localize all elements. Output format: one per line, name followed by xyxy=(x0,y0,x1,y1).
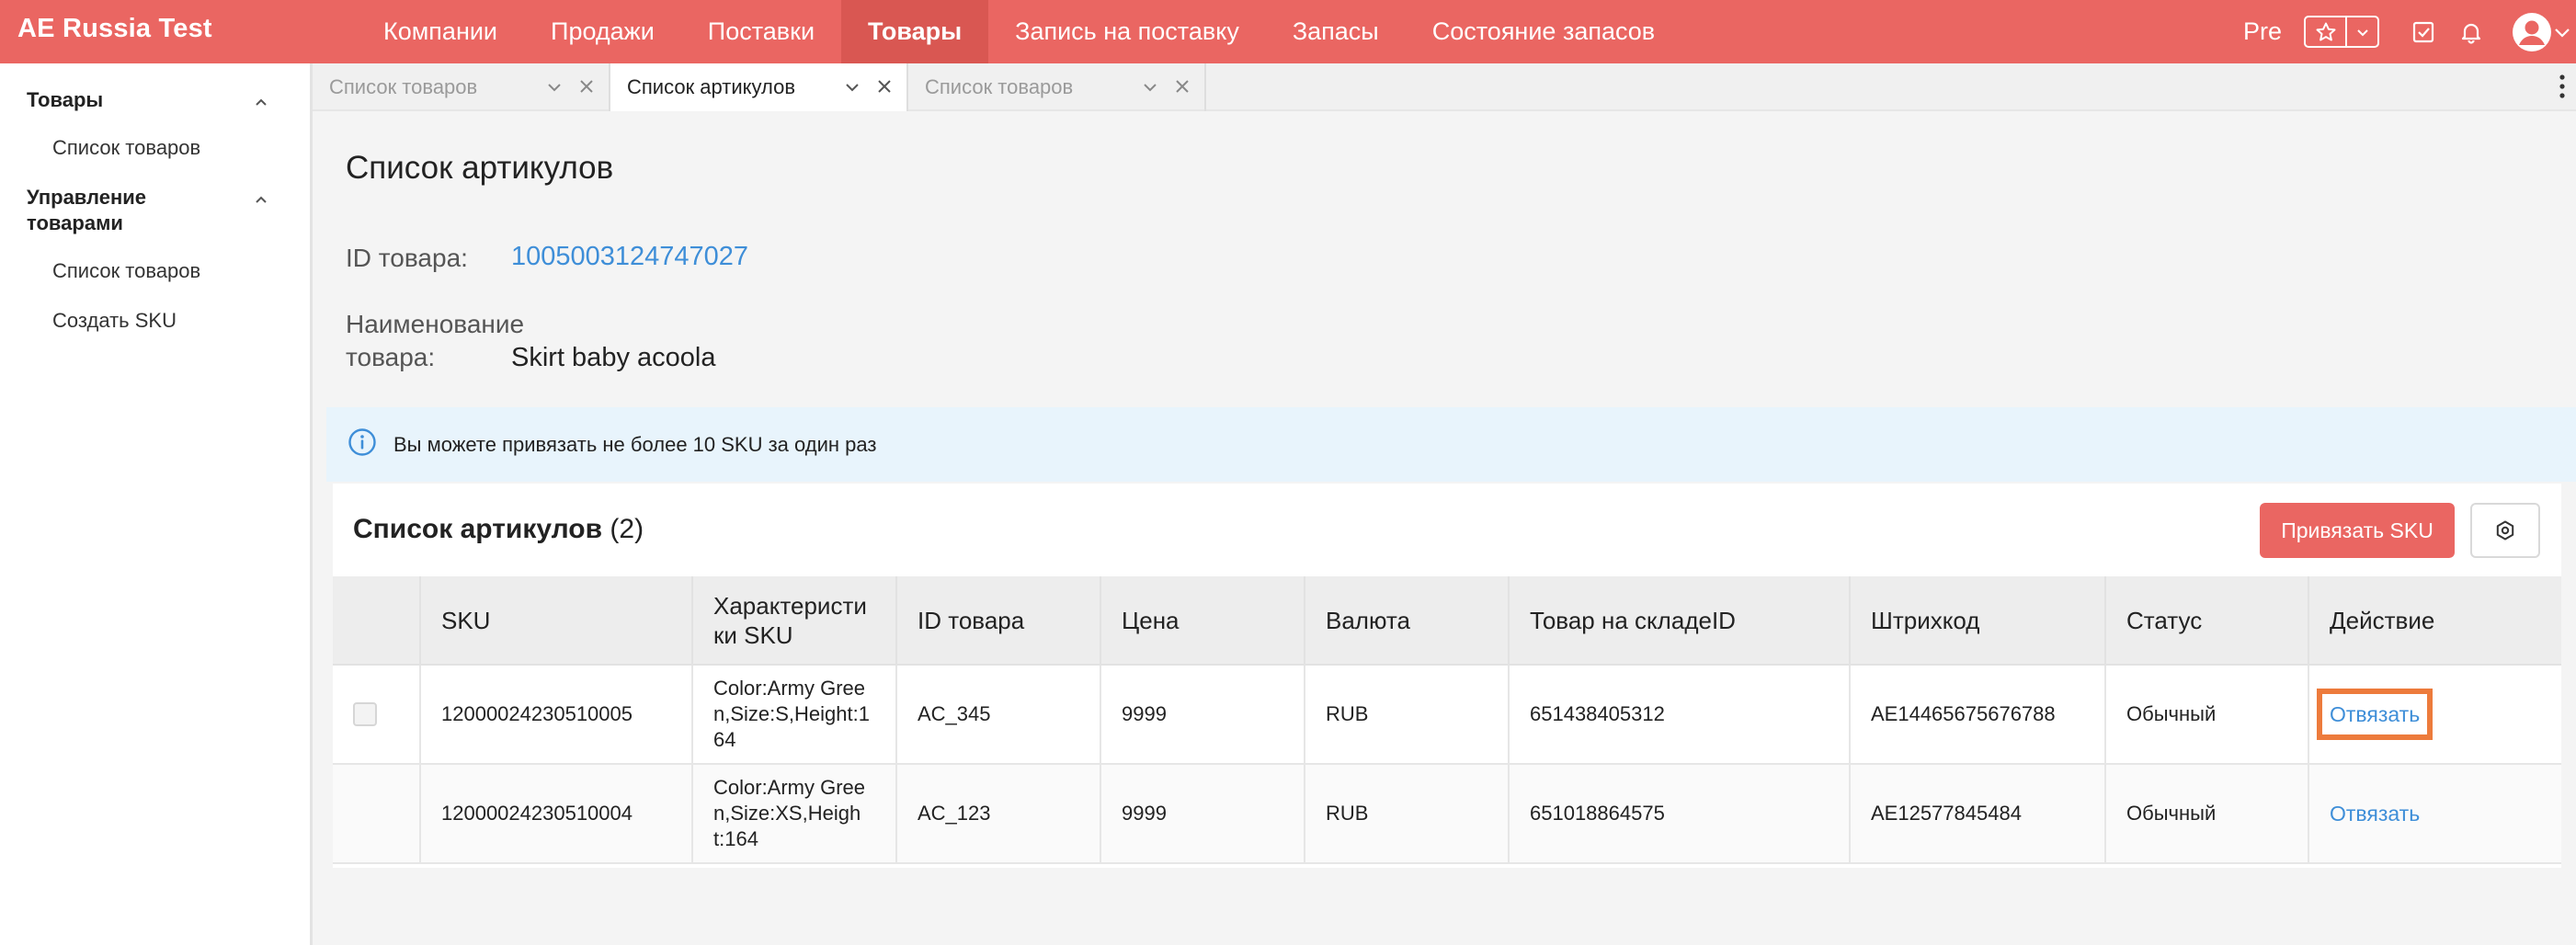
sidebar-group-products[interactable]: Товары xyxy=(27,87,103,113)
gear-icon xyxy=(2496,520,2514,541)
close-icon[interactable] xyxy=(1173,77,1191,96)
more-options-icon[interactable] xyxy=(2558,74,2567,99)
column-header-sku[interactable]: SKU xyxy=(419,576,692,666)
close-icon[interactable] xyxy=(577,77,596,96)
sku-cell: 12000024230510005 xyxy=(419,665,692,765)
sidebar-group-label-line1: Управление xyxy=(27,186,147,209)
column-header-price[interactable]: Цена xyxy=(1100,576,1305,666)
column-header-warehouse-id[interactable]: Товар на складеID xyxy=(1508,576,1850,666)
tab-product-list-2[interactable]: Список товаров xyxy=(908,63,1206,111)
close-icon[interactable] xyxy=(875,77,894,96)
currency-cell: RUB xyxy=(1304,665,1509,765)
sidebar-group-label: Товары xyxy=(27,88,104,111)
sku-list-title-text: Список артикулов xyxy=(353,514,603,544)
characteristics-cell: Color:Army Gree n,Size:XS,Heigh t:164 xyxy=(691,764,896,864)
unbind-link[interactable]: Отвязать xyxy=(2330,801,2420,826)
nav-item-companies[interactable]: Компании xyxy=(357,0,524,63)
info-banner: Вы можете привязать не более 10 SKU за о… xyxy=(326,407,2576,482)
pre-environment-label[interactable]: Pre xyxy=(2243,17,2282,46)
column-header-status[interactable]: Статус xyxy=(2104,576,2308,666)
product-id-label: ID товара: xyxy=(346,244,468,272)
avatar-icon xyxy=(2513,12,2551,51)
row-select-cell xyxy=(333,665,420,765)
chevron-up-icon[interactable] xyxy=(253,192,269,209)
star-icon[interactable] xyxy=(2306,17,2347,46)
sidebar-group-label-line2: товарами xyxy=(27,211,123,234)
chevron-up-icon[interactable] xyxy=(253,95,269,111)
barcode-cell: AE12577845484 xyxy=(1849,764,2105,864)
nav-item-sales[interactable]: Продажи xyxy=(524,0,681,63)
sku-table: SKU Характеристи ки SKU ID товара Цена В… xyxy=(333,576,2561,864)
table-header-row: SKU Характеристи ки SKU ID товара Цена В… xyxy=(333,576,2561,666)
sidebar: Товары Список товаров Управление товарам… xyxy=(0,63,313,945)
chevron-down-icon[interactable] xyxy=(2347,17,2377,46)
price-cell: 9999 xyxy=(1100,764,1305,864)
table-settings-button[interactable] xyxy=(2470,503,2540,558)
task-checkbox-icon[interactable] xyxy=(2399,8,2447,56)
chevron-down-icon[interactable] xyxy=(546,79,563,96)
product-id-cell: AC_345 xyxy=(895,665,1100,765)
product-name-value: Skirt baby acoola xyxy=(511,343,716,372)
sidebar-item-product-list[interactable]: Список товаров xyxy=(52,136,200,160)
top-right-tools: Pre xyxy=(2243,0,2576,63)
tab-label: Список товаров xyxy=(925,75,1074,98)
bell-icon[interactable] xyxy=(2447,8,2495,56)
product-id-link[interactable]: 1005003124747027 xyxy=(511,242,748,272)
row-checkbox[interactable] xyxy=(353,702,377,726)
status-cell: Обычный xyxy=(2104,764,2308,864)
sidebar-item-product-list-2[interactable]: Список товаров xyxy=(52,259,200,283)
nav-item-supply-booking[interactable]: Запись на поставку xyxy=(988,0,1266,63)
characteristics-cell: Color:Army Gree n,Size:S,Height:1 64 xyxy=(691,665,896,765)
select-column-header xyxy=(333,576,420,666)
warehouse-id-cell: 651018864575 xyxy=(1508,764,1850,864)
chevron-down-icon xyxy=(2555,28,2570,38)
unbind-link[interactable]: Отвязать xyxy=(2316,688,2434,740)
barcode-cell: AE14465675676788 xyxy=(1849,665,2105,765)
product-id-cell: AC_123 xyxy=(895,764,1100,864)
main-nav: Компании Продажи Поставки Товары Запись … xyxy=(357,0,1681,63)
info-text: Вы можете привязать не более 10 SKU за о… xyxy=(393,433,877,456)
info-icon xyxy=(348,428,376,456)
column-header-product-id[interactable]: ID товара xyxy=(895,576,1100,666)
action-cell: Отвязать xyxy=(2308,764,2561,864)
chevron-down-icon[interactable] xyxy=(1142,79,1158,96)
tab-label: Список товаров xyxy=(329,75,478,98)
table-row: 12000024230510004 Color:Army Gree n,Size… xyxy=(333,764,2561,864)
sidebar-group-product-management[interactable]: Управление товарами xyxy=(27,185,146,236)
column-header-sku-characteristics[interactable]: Характеристи ки SKU xyxy=(691,576,896,666)
user-menu[interactable] xyxy=(2512,12,2572,52)
sku-cell: 12000024230510004 xyxy=(419,764,692,864)
tab-product-list-1[interactable]: Список товаров xyxy=(313,63,610,111)
chevron-down-icon[interactable] xyxy=(844,79,861,96)
price-cell: 9999 xyxy=(1100,665,1305,765)
product-name-label-line1: Наименование xyxy=(346,310,525,338)
product-name-label: Наименование товара: xyxy=(346,308,524,374)
nav-item-supplies[interactable]: Поставки xyxy=(681,0,841,63)
column-header-currency[interactable]: Валюта xyxy=(1304,576,1509,666)
warehouse-id-cell: 651438405312 xyxy=(1508,665,1850,765)
top-navigation-bar: AE Russia Test Компании Продажи Поставки… xyxy=(0,0,2576,63)
action-cell: Отвязать xyxy=(2308,665,2561,765)
app-brand[interactable]: AE Russia Test xyxy=(17,14,212,44)
status-cell: Обычный xyxy=(2104,665,2308,765)
page-title: Список артикулов xyxy=(346,150,614,186)
page-tabs: Список товаров Список артикулов Список т… xyxy=(313,63,2576,111)
sku-list-card: Список артикулов (2) Привязать SKU SKU Х… xyxy=(333,484,2561,868)
sidebar-item-create-sku[interactable]: Создать SKU xyxy=(52,309,177,333)
currency-cell: RUB xyxy=(1304,764,1509,864)
nav-item-stock[interactable]: Запасы xyxy=(1266,0,1406,63)
tab-sku-list[interactable]: Список артикулов xyxy=(610,63,908,111)
tab-label: Список артикулов xyxy=(627,75,796,98)
bind-sku-button[interactable]: Привязать SKU xyxy=(2260,503,2455,558)
row-select-cell xyxy=(333,764,420,864)
nav-item-products[interactable]: Товары xyxy=(841,0,989,63)
table-row: 12000024230510005 Color:Army Gree n,Size… xyxy=(333,665,2561,765)
favorites-control xyxy=(2304,16,2379,48)
column-header-barcode[interactable]: Штрихкод xyxy=(1849,576,2105,666)
nav-item-stock-status[interactable]: Состояние запасов xyxy=(1406,0,1681,63)
sku-count: (2) xyxy=(610,514,644,544)
column-header-action[interactable]: Действие xyxy=(2308,576,2561,666)
product-name-label-line2: товара: xyxy=(346,343,436,371)
sku-list-title: Список артикулов (2) xyxy=(353,514,644,545)
